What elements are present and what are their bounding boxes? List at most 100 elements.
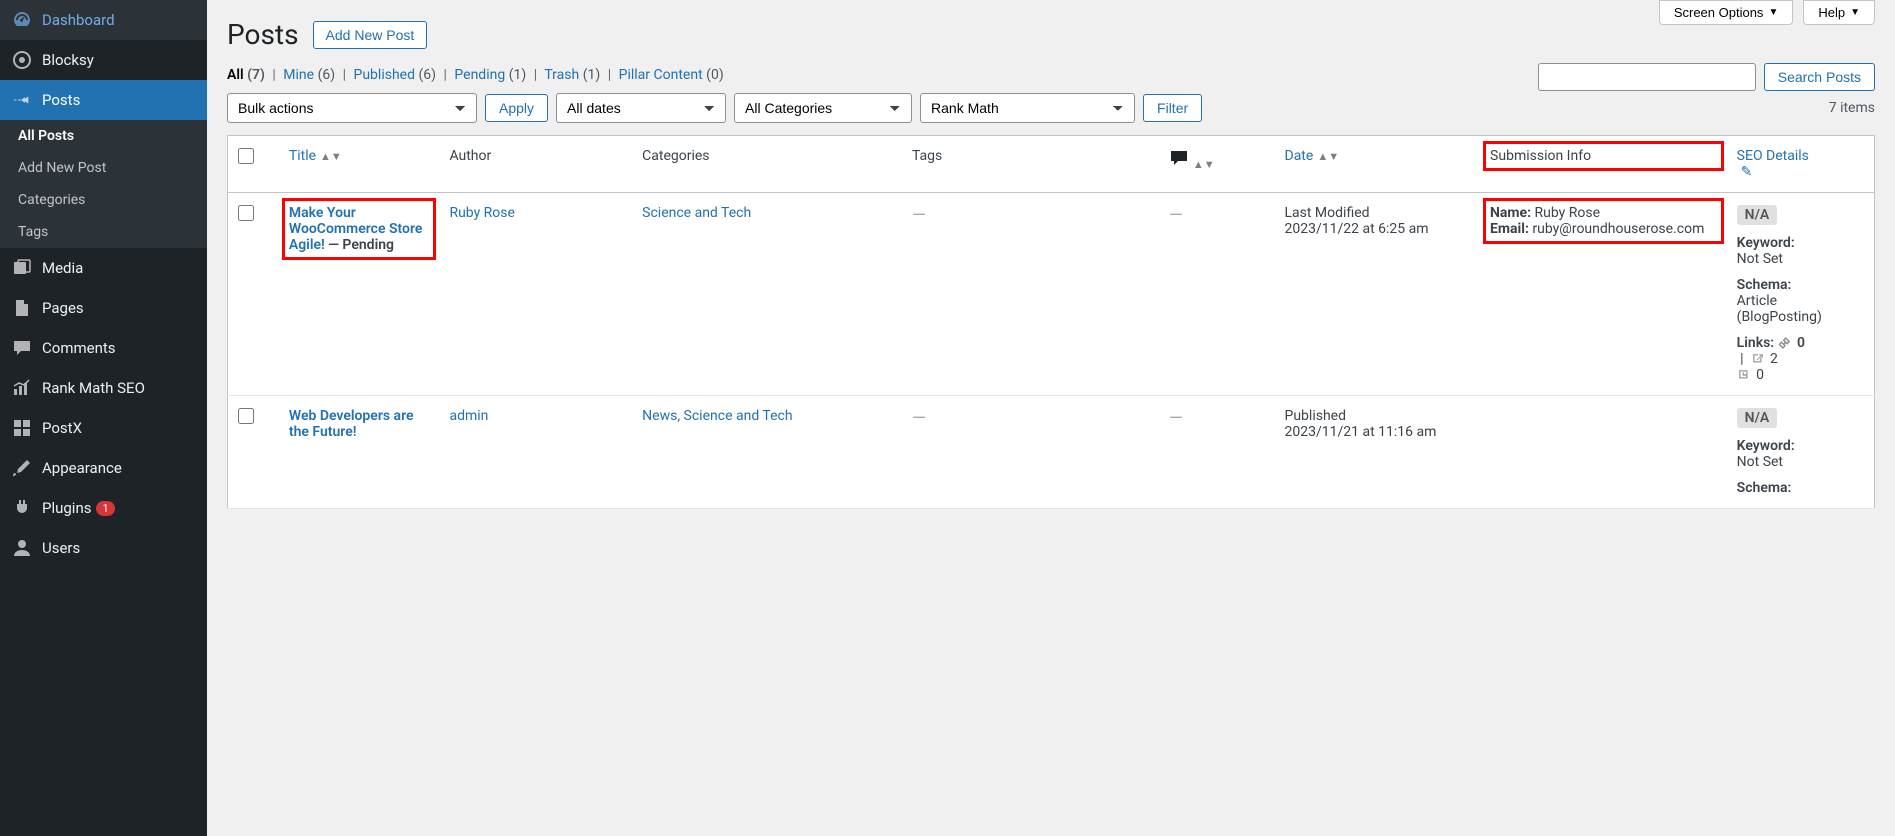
submenu-add-new[interactable]: Add New Post [0,152,207,184]
chart-icon [12,378,32,398]
submission-name: Ruby Rose [1535,205,1601,221]
seo-schema-label: Schema: [1737,480,1864,496]
date-label: Last Modified [1285,205,1370,221]
seo-na-badge: N/A [1737,408,1778,428]
sidebar-item-postx[interactable]: PostX [0,408,207,448]
sidebar-label: Dashboard [42,11,115,29]
sidebar-item-media[interactable]: Media [0,248,207,288]
category-link[interactable]: Science and Tech [642,205,751,221]
date-label: Published [1285,408,1346,424]
comment-icon [1169,156,1189,172]
col-comments[interactable]: ▲▼ [1159,136,1275,193]
category-link[interactable]: News, Science and Tech [642,408,792,424]
tags-value: — [912,408,926,429]
sidebar-label: Pages [42,299,84,317]
comments-value: — [1169,408,1183,429]
external-link-icon [1751,352,1765,366]
sidebar-label: Comments [42,339,116,357]
submenu-categories[interactable]: Categories [0,184,207,216]
submission-email: ruby@roundhouserose.com [1532,221,1704,237]
media-icon [12,258,32,278]
filter-pending[interactable]: Pending (1) [454,67,526,83]
status-filters: All (7) | Mine (6) | Published (6) | Pen… [227,67,1875,83]
date-value: 2023/11/21 at 11:16 am [1285,424,1437,440]
incoming-link-icon [1737,368,1751,382]
col-categories: Categories [632,136,902,193]
col-author: Author [439,136,632,193]
apply-button[interactable]: Apply [485,94,548,122]
search-posts-button[interactable]: Search Posts [1764,63,1875,91]
posts-table: Title▲▼ Author Categories Tags ▲▼ Date▲▼… [227,135,1875,509]
filter-trash[interactable]: Trash (1) [544,67,600,83]
sidebar-item-comments[interactable]: Comments [0,328,207,368]
dates-select[interactable]: All dates [556,93,726,123]
filter-all[interactable]: All (7) [227,67,265,83]
post-state: — Pending [325,237,394,253]
row-checkbox[interactable] [238,205,254,221]
sidebar-label: Plugins [42,499,91,517]
col-title[interactable]: Title▲▼ [279,136,440,193]
sidebar-item-plugins[interactable]: Plugins 1 [0,488,207,528]
sidebar-label: Rank Math SEO [42,379,145,397]
sidebar-item-rankmath[interactable]: Rank Math SEO [0,368,207,408]
seo-schema-value: Article (BlogPosting) [1737,293,1822,325]
tags-value: — [912,205,926,226]
plug-icon [12,498,32,518]
rankmath-select[interactable]: Rank Math [920,93,1135,123]
seo-keyword-value: Not Set [1737,454,1783,470]
row-checkbox[interactable] [238,408,254,424]
sidebar-item-appearance[interactable]: Appearance [0,448,207,488]
brush-icon [12,458,32,478]
date-value: 2023/11/22 at 6:25 am [1285,221,1429,237]
sidebar-item-dashboard[interactable]: Dashboard [0,0,207,40]
user-icon [12,538,32,558]
comment-icon [12,338,32,358]
highlight-box: Make Your WooCommerce Store Agile! — Pen… [282,198,437,260]
col-tags: Tags [902,136,1159,193]
seo-keyword-label: Keyword: [1737,438,1864,454]
admin-sidebar: Dashboard Blocksy Posts All Posts Add Ne… [0,0,207,836]
sort-icon: ▲▼ [320,150,342,163]
search-input[interactable] [1538,63,1756,91]
categories-select[interactable]: All Categories [734,93,912,123]
gauge-icon [12,10,32,30]
sidebar-item-posts[interactable]: Posts [0,80,207,120]
table-row: Web Developers are the Future! admin New… [228,396,1875,509]
bulk-actions-select[interactable]: Bulk actions [227,93,477,123]
screen-options-button[interactable]: Screen Options▼ [1659,0,1794,25]
highlight-box: Name: Ruby Rose Email: ruby@roundhousero… [1483,198,1724,244]
pencil-icon[interactable]: ✎ [1741,164,1753,180]
sidebar-item-pages[interactable]: Pages [0,288,207,328]
sidebar-item-blocksy[interactable]: Blocksy [0,40,207,80]
highlight-box: Submission Info [1483,141,1724,171]
author-link[interactable]: admin [449,408,488,424]
seo-keyword-label: Keyword: [1737,235,1864,251]
seo-na-badge: N/A [1737,205,1778,225]
seo-schema-label: Schema: [1737,277,1864,293]
help-button[interactable]: Help▼ [1803,0,1875,25]
add-new-post-button[interactable]: Add New Post [313,21,428,49]
filter-mine[interactable]: Mine (6) [283,67,335,83]
sidebar-label: PostX [42,419,82,437]
author-link[interactable]: Ruby Rose [449,205,515,221]
blocksy-icon [12,50,32,70]
seo-links-label: Links: 0 [1737,335,1864,351]
post-title-link[interactable]: Web Developers are the Future! [289,408,414,440]
filter-pillar[interactable]: Pillar Content (0) [619,67,724,83]
col-submission: Submission Info [1480,136,1727,193]
filter-button[interactable]: Filter [1143,94,1202,122]
sidebar-label: Users [42,539,80,557]
comments-value: — [1169,205,1183,226]
submenu-tags[interactable]: Tags [0,216,207,248]
link-icon [1778,336,1792,350]
pin-icon [12,90,32,110]
submenu-all-posts[interactable]: All Posts [0,120,207,152]
sidebar-item-users[interactable]: Users [0,528,207,568]
plugins-badge: 1 [96,501,114,516]
col-date[interactable]: Date▲▼ [1275,136,1481,193]
select-all-checkbox[interactable] [238,148,254,164]
grid-icon [12,418,32,438]
filter-published[interactable]: Published (6) [354,67,437,83]
sort-icon: ▲▼ [1317,150,1339,163]
posts-submenu: All Posts Add New Post Categories Tags [0,120,207,248]
